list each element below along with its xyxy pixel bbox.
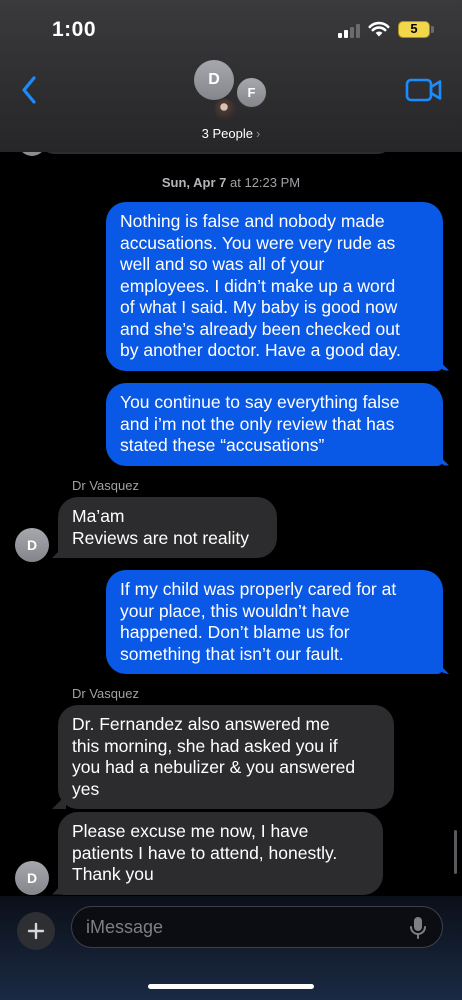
battery-icon: 5 bbox=[398, 21, 430, 38]
microphone-icon[interactable] bbox=[408, 915, 428, 941]
status-time: 1:00 bbox=[52, 18, 97, 41]
sender-avatar[interactable]: D bbox=[15, 861, 49, 895]
avatar-d: D bbox=[194, 60, 234, 100]
sender-name: Dr Vasquez bbox=[72, 686, 139, 701]
message-text: Ma’am Reviews are not reality bbox=[72, 506, 250, 548]
received-message-bubble[interactable]: Dr. Fernandez also answered me this morn… bbox=[58, 705, 394, 809]
status-bar: 1:00 5 bbox=[0, 0, 462, 56]
imessage-input-container[interactable] bbox=[71, 906, 443, 948]
home-indicator bbox=[148, 984, 314, 989]
battery-cap bbox=[431, 26, 434, 33]
sender-name: Dr Vasquez bbox=[72, 478, 139, 493]
participants-count: 3 People bbox=[201, 126, 253, 141]
group-avatar[interactable]: D F bbox=[192, 58, 272, 124]
message-text: Nothing is false and nobody made accusat… bbox=[120, 211, 401, 360]
timestamp-time: at 12:23 PM bbox=[226, 175, 301, 190]
back-button[interactable] bbox=[14, 72, 44, 108]
sent-message-bubble[interactable]: If my child was properly cared for at yo… bbox=[106, 570, 443, 674]
chevron-right-icon: › bbox=[255, 126, 261, 141]
timestamp-day: Sun, Apr 7 bbox=[161, 175, 227, 190]
conversation-timestamp: Sun, Apr 7 at 12:23 PM bbox=[0, 175, 462, 190]
avatar-photo bbox=[214, 98, 236, 120]
message-text: Please excuse me now, I have patients I … bbox=[72, 821, 338, 884]
chevron-left-icon bbox=[22, 76, 36, 104]
group-participants-label[interactable]: 3 People › bbox=[0, 126, 462, 141]
sent-message-bubble[interactable]: You continue to say everything false and… bbox=[106, 383, 443, 466]
composer-area bbox=[0, 896, 462, 1000]
sender-avatar[interactable]: D bbox=[15, 528, 49, 562]
avatar-f: F bbox=[235, 76, 268, 109]
message-text: Dr. Fernandez also answered me this morn… bbox=[72, 714, 356, 799]
received-message-bubble[interactable]: Please excuse me now, I have patients I … bbox=[58, 812, 383, 895]
scrollbar[interactable] bbox=[454, 830, 457, 874]
battery-level: 5 bbox=[410, 21, 418, 36]
sent-message-bubble[interactable]: Nothing is false and nobody made accusat… bbox=[106, 202, 443, 371]
message-text: If my child was properly cared for at yo… bbox=[120, 579, 397, 664]
message-input[interactable] bbox=[86, 915, 386, 939]
received-message-bubble[interactable]: Ma’am Reviews are not reality bbox=[58, 497, 277, 558]
cellular-signal-icon bbox=[338, 24, 362, 38]
wifi-icon bbox=[368, 21, 390, 37]
plus-icon bbox=[27, 922, 45, 940]
video-camera-icon[interactable] bbox=[404, 76, 444, 104]
plus-button[interactable] bbox=[17, 912, 55, 950]
message-text: You continue to say everything false and… bbox=[120, 392, 400, 455]
